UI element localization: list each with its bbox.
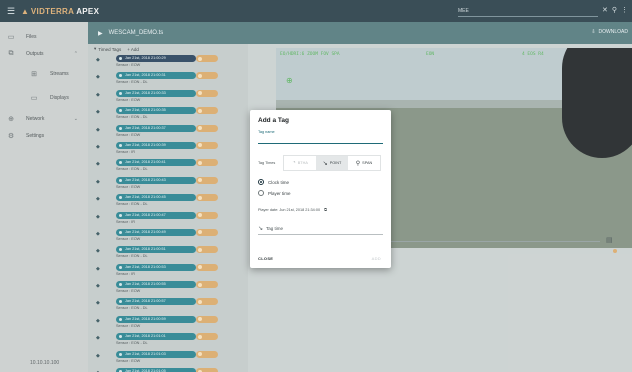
tag-name-label: Tag name <box>258 130 275 134</box>
add-tag-dialog: Add a Tag Tag name Tag Times ◔ BTHA ↘ POIN… <box>250 110 391 268</box>
span-icon: ⚲ <box>355 160 361 167</box>
player-date-text: Player date: Jun 21st, 2018 21:34:00 <box>258 208 321 212</box>
point-icon: ↘ <box>322 160 328 167</box>
dialog-title: Add a Tag <box>258 117 289 124</box>
tag-type-label: POINT <box>329 161 342 165</box>
tag-type-span[interactable]: ⚲ SPAN <box>348 156 380 170</box>
tag-name-input[interactable] <box>258 136 383 144</box>
btha-icon: ◔ <box>292 160 296 166</box>
tag-type-label: SPAN <box>362 161 373 165</box>
point-icon: ↘ <box>258 226 264 232</box>
radio-player-time[interactable]: Player time <box>258 190 291 196</box>
copy-icon[interactable]: ⧉ <box>324 208 327 212</box>
tag-time-field[interactable]: ↘ Tag time <box>258 223 383 235</box>
tag-time-placeholder: Tag time <box>266 226 284 231</box>
tag-types-label: Tag Times <box>258 161 276 165</box>
add-button[interactable]: ADD <box>372 256 381 261</box>
radio-label: Clock time <box>268 179 290 185</box>
radio-button[interactable] <box>258 190 264 196</box>
tag-type-btha[interactable]: ◔ BTHA <box>284 156 316 170</box>
radio-clock-time[interactable]: Clock time <box>258 179 289 185</box>
tag-type-label: BTHA <box>297 161 308 165</box>
tag-type-point[interactable]: ↘ POINT <box>316 156 348 170</box>
player-date: Player date: Jun 21st, 2018 21:34:00 ⧉ <box>258 208 327 212</box>
tag-type-selector: ◔ BTHA ↘ POINT ⚲ SPAN <box>283 155 381 171</box>
radio-label: Player time <box>268 190 291 196</box>
close-button[interactable]: CLOSE <box>258 256 273 261</box>
radio-button-checked[interactable] <box>258 179 264 185</box>
